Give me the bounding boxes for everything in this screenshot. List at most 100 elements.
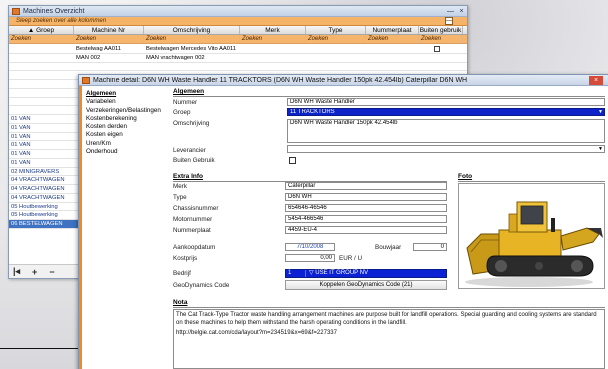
nummer-field[interactable]: D6N WH Waste Handler [287,98,605,106]
buiten-gebruik-checkbox[interactable] [289,157,296,164]
groep-select[interactable]: 11 TRACKTORS ▼ [287,108,605,116]
sort-ascending-icon: ▲ [27,27,35,34]
column-header-nummerplaat[interactable]: Nummerplaat [366,26,419,34]
label-omschrijving: Omschrijving [173,120,210,127]
cell-groep [9,89,74,97]
label-kostprijs: Kostprijs [173,255,198,262]
bedrijf-number: 1 [286,270,306,277]
table-row[interactable] [9,63,467,72]
cell-mnr: MAN 002 [76,54,101,61]
cell-np [366,63,419,71]
column-header-type[interactable]: Type [306,26,366,34]
motornummer-field[interactable]: 5454-466546 [285,215,447,223]
cell-buiten-gebruik [419,45,463,53]
merk-field[interactable]: Caterpillar [285,182,447,190]
column-header-groep[interactable]: ▲ Groep [9,26,74,34]
type-field[interactable]: D6N WH [285,193,447,201]
machine-photo [458,183,605,289]
filter-nummerplaat[interactable]: Zoeken [366,35,419,43]
bouwjaar-field[interactable]: 0 [413,243,447,251]
label-chassisnummer: Chassisnummer [173,205,219,212]
table-row[interactable]: MAN 002 MAN vrachtwagen 002 [9,54,467,63]
aankoopdatum-field[interactable]: 7/10/2008 [285,243,335,251]
koppelen-geodynamics-button[interactable]: Koppelen GeoDynamics Code (21) [285,280,447,290]
label-motornummer: Motornummer [173,216,213,223]
kostprijs-field[interactable]: 0,00 [285,254,335,262]
bedrijf-value: USE IT GROUP NV [315,270,369,276]
cell-mnr [74,63,144,71]
minimize-button[interactable]: — [445,7,456,16]
chevron-down-icon: ▼ [598,146,603,152]
cell-mnr: Bestelwag AA011 [76,46,122,52]
nota-link: http://belgie.cat.com/cda/layout?m=23451… [176,330,337,336]
filter-buiten-gebruik[interactable]: Zoeken [419,35,463,43]
omschrijving-field[interactable]: D6N WH Waste Handler 150pk 42.454lb [287,119,605,143]
filter-type[interactable]: Zoeken [306,35,366,43]
filter-row: Zoeken Zoeken Zoeken Zoeken Zoeken Zoeke… [9,35,467,44]
cell-groep [9,106,74,114]
cell-buiten-gebruik [419,63,463,71]
cell-merk [240,45,306,53]
cell-groep: 01 VAN [11,124,31,131]
cell-groep: 01 VAN [11,116,31,122]
nota-text: The Cat Track-Type Tractor waste handlin… [176,312,597,326]
section-nota: Nota [173,299,188,306]
cell-groep: 05 Houtbewerking [11,203,58,210]
close-button[interactable]: × [456,7,467,16]
nota-textarea[interactable]: The Cat Track-Type Tractor waste handlin… [173,309,605,369]
cell-groep [9,45,74,53]
label-nummerplaat: Nummerplaat [173,227,211,234]
label-type: Type [173,194,187,201]
cell-groep: 04 VRACHTWAGEN [11,177,65,184]
first-record-icon[interactable]: |◂ [13,266,20,277]
label-buiten-gebruik: Buiten Gebruik [173,157,215,164]
add-record-icon[interactable]: + [32,267,37,277]
cell-buiten-gebruik [419,54,463,62]
table-row[interactable]: Bestelwag AA011 Bestelwagen Mercedes Vito… [9,45,467,54]
leverancier-select[interactable]: ▼ [287,145,605,153]
section-extra-info: Extra Info [173,173,203,180]
detail-form: Algemeen Nummer D6N WH Waste Handler Gro… [173,75,608,369]
cell-groep: 01 VAN [11,159,31,166]
label-leverancier: Leverancier [173,147,206,154]
label-merk: Merk [173,183,187,190]
filter-groep[interactable]: Zoeken [9,35,74,43]
filter-merk[interactable]: Zoeken [240,35,306,43]
section-foto: Foto [458,173,473,180]
filter-omschrijving[interactable]: Zoeken [144,35,240,43]
filter-machine-nr[interactable]: Zoeken [74,35,144,43]
bedrijf-select[interactable]: 1 ▽ USE IT GROUP NV [285,269,447,278]
cell-groep: 05 Houtbewerking [11,212,58,219]
cell-merk [240,54,306,62]
section-algemeen: Algemeen [173,88,205,95]
kostprijs-unit: EUR / U [339,255,363,262]
chevron-down-icon: ▼ [598,109,603,115]
buiten-gebruik-checkbox[interactable] [434,46,440,52]
search-all-columns-bar[interactable]: Sleep zoeken over alle kolommen — [9,17,467,26]
cell-groep: 04 VRACHTWAGEN [11,186,65,192]
nummerplaat-field[interactable]: 4459-EU-4 [285,226,447,234]
collapse-button[interactable]: — [445,17,453,25]
section-divider [173,307,605,308]
accent-bar [79,86,82,369]
cell-groep [9,98,74,106]
column-header-merk[interactable]: Merk [240,26,306,34]
label-groep: Groep [173,109,191,116]
section-divider [173,96,605,97]
cell-groep [9,54,74,62]
machine-detail-window: Machine detail: D6N WH Waste Handler 11 … [78,74,608,369]
cell-groep: 01 VAN [11,133,31,140]
chassisnummer-field[interactable]: 654646-46546 [285,204,447,212]
overview-titlebar[interactable]: Machines Overzicht — × [9,6,467,17]
label-bouwjaar: Bouwjaar [375,244,402,251]
cell-groep: 04 VRACHTWAGEN [11,194,65,201]
app-icon [82,76,90,84]
label-bedrijf: Bedrijf [173,270,191,277]
delete-record-icon[interactable]: − [49,267,54,277]
cell-groep [9,63,74,71]
column-header-machine-nr[interactable]: Machine Nr [74,26,144,34]
column-header-buiten-gebruik[interactable]: Buiten gebruik [419,26,463,34]
column-header-omschrijving[interactable]: Omschrijving [144,26,240,34]
cell-type [306,63,366,71]
search-hint: Sleep zoeken over alle kolommen [16,18,107,24]
